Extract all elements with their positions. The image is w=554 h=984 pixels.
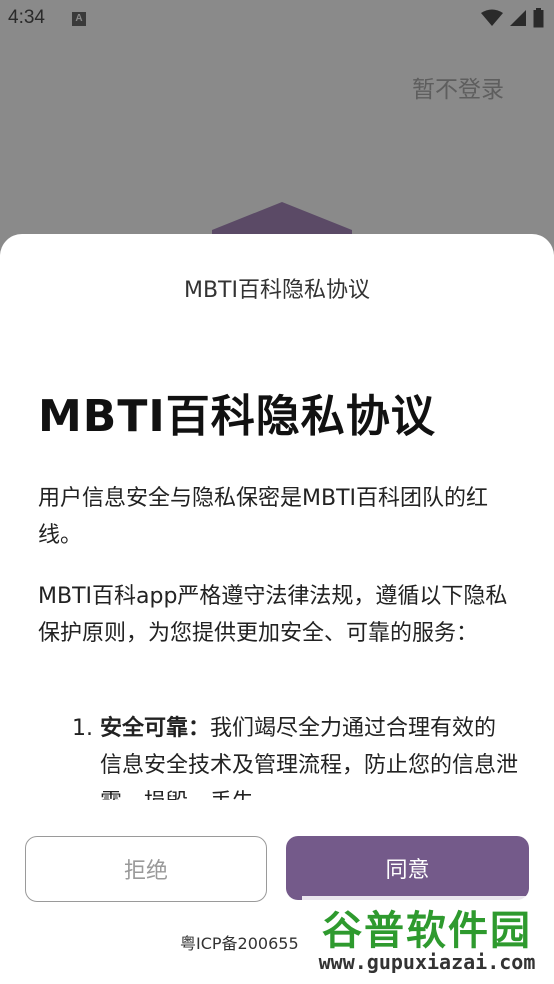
agreement-paragraph: MBTI百科app严格遵守法律法规，遵循以下隐私保护原则，为您提供更加安全、可靠…: [38, 584, 508, 646]
agree-button[interactable]: 同意: [286, 836, 529, 900]
reject-button[interactable]: 拒绝: [25, 836, 267, 902]
notification-a-icon: A: [72, 12, 86, 26]
icp-record: 粤ICP备200655: [180, 934, 299, 953]
list-item-number: 1.: [72, 716, 93, 741]
status-icons: [481, 8, 544, 28]
status-bar: 4:34 A: [0, 0, 554, 36]
battery-icon: [533, 8, 544, 28]
list-item-body: 安全可靠：我们竭尽全力通过合理有效的信息安全技术及管理流程，防止您的信息泄露、损…: [100, 710, 518, 800]
dialog-title: MBTI百科隐私协议: [183, 278, 370, 303]
watermark-url: www.gupuxiazai.com: [318, 950, 536, 974]
status-time: 4:34: [8, 7, 45, 28]
cellular-signal-icon: [510, 10, 526, 26]
watermark: 谷普软件园 www.gupuxiazai.com: [302, 896, 552, 982]
skip-login-button[interactable]: 暂不登录: [412, 70, 504, 104]
agreement-heading: MBTI百科隐私协议: [38, 391, 436, 442]
list-item-title: 安全可靠：: [100, 716, 211, 741]
agreement-scroll-area[interactable]: MBTI百科隐私协议 用户信息安全与隐私保密是MBTI百科团队的红线。 MBTI…: [0, 354, 554, 800]
wifi-icon: [481, 9, 503, 26]
watermark-name: 谷普软件园: [322, 908, 532, 954]
agreement-paragraph: 用户信息安全与隐私保密是MBTI百科团队的红线。: [38, 486, 489, 548]
privacy-dialog: MBTI百科隐私协议 MBTI百科隐私协议 用户信息安全与隐私保密是MBTI百科…: [0, 234, 554, 984]
